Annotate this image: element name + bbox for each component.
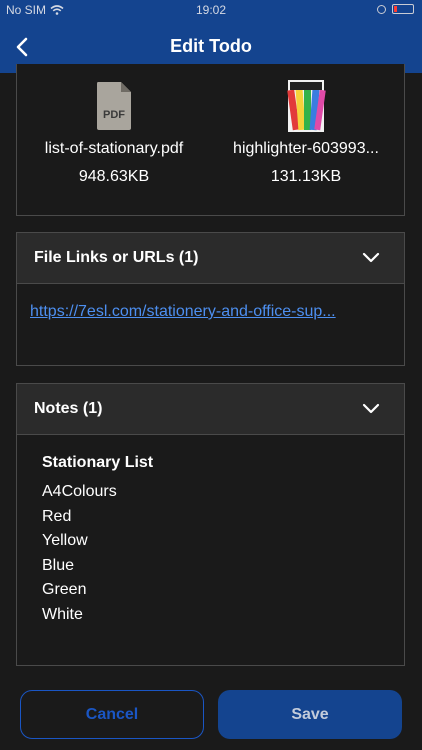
status-time: 19:02 — [195, 3, 227, 17]
attachment-size: 131.13KB — [270, 168, 342, 185]
attachment-name: highlighter-603993... — [233, 140, 379, 157]
attachment-item[interactable]: highlighter-603993... 131.13KB — [211, 80, 401, 186]
image-thumbnail-icon — [286, 80, 326, 132]
note-line: Yellow — [42, 532, 88, 549]
attachment-name: list-of-stationary.pdf — [44, 140, 184, 157]
page-title: Edit Todo — [170, 36, 252, 56]
note-content[interactable]: Stationary List A4Colours Red Yellow Blu… — [42, 454, 153, 627]
notes-section-title: Notes (1) — [34, 400, 103, 417]
cancel-button[interactable]: Cancel — [20, 690, 204, 739]
note-line: Green — [42, 581, 87, 598]
url-link[interactable]: https://7esl.com/stationery-and-office-s… — [30, 303, 380, 321]
note-line: A4Colours — [42, 483, 117, 500]
status-right — [377, 4, 414, 14]
status-bar: No SIM 19:02 — [0, 0, 422, 21]
rotation-lock-icon — [377, 4, 386, 14]
note-line: Blue — [42, 556, 75, 574]
save-button[interactable]: Save — [218, 690, 402, 739]
chevron-down-icon[interactable] — [362, 250, 380, 264]
links-card: File Links or URLs (1) https://7esl.com/… — [16, 232, 405, 366]
attachment-size: 948.63KB — [78, 168, 150, 185]
svg-text:PDF: PDF — [103, 109, 125, 121]
note-heading: Stationary List — [42, 454, 154, 471]
attachments-card: PDF list-of-stationary.pdf 948.63KB high… — [16, 64, 405, 216]
notes-section-header[interactable]: Notes (1) — [17, 384, 404, 435]
attachment-item[interactable]: PDF list-of-stationary.pdf 948.63KB — [19, 80, 209, 186]
chevron-down-icon[interactable] — [362, 401, 380, 415]
battery-icon — [392, 4, 414, 14]
notes-card: Notes (1) Stationary List A4Colours Red … — [16, 383, 405, 666]
note-line: Red — [42, 507, 72, 525]
pdf-file-icon: PDF — [94, 80, 134, 132]
links-section-title: File Links or URLs (1) — [34, 249, 199, 266]
note-line: White — [42, 605, 83, 623]
links-section-header[interactable]: File Links or URLs (1) — [17, 233, 404, 284]
